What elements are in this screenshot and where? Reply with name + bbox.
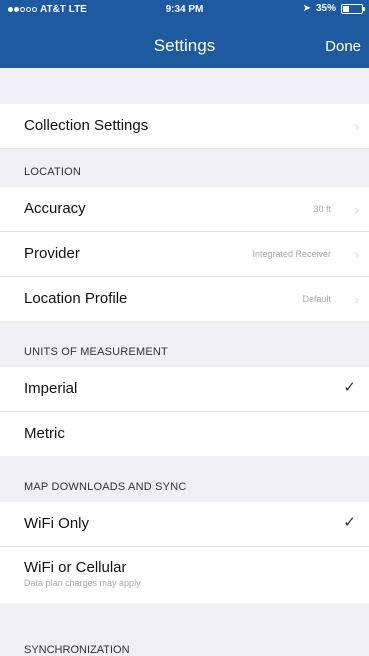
status-right: ➤ 35% bbox=[302, 3, 365, 14]
location-profile-label: Location Profile bbox=[24, 290, 128, 307]
map-sync-header-label: MAP DOWNLOADS AND SYNC bbox=[24, 481, 187, 493]
accuracy-value: 30 ft bbox=[313, 204, 331, 214]
chevron-right-icon: › bbox=[354, 202, 359, 217]
map-sync-section-header: MAP DOWNLOADS AND SYNC bbox=[0, 456, 369, 502]
metric-row[interactable]: Metric bbox=[0, 412, 369, 456]
sync-header-label: SYNCHRONIZATION bbox=[24, 644, 130, 656]
collection-settings-row[interactable]: Collection Settings › bbox=[0, 104, 369, 149]
provider-row[interactable]: Provider Integrated Receiver › bbox=[0, 232, 369, 277]
status-bar: AT&T LTE 9:34 PM ➤ 35% bbox=[0, 0, 369, 20]
checkmark-icon: ✓ bbox=[343, 379, 356, 396]
done-button[interactable]: Done bbox=[325, 38, 361, 55]
provider-label: Provider bbox=[24, 245, 80, 262]
wifi-or-cellular-label: WiFi or Cellular bbox=[24, 559, 127, 576]
provider-value: Integrated Receiver bbox=[252, 249, 331, 259]
sync-section-header: SYNCHRONIZATION bbox=[0, 634, 369, 656]
nav-bar: AT&T LTE 9:34 PM ➤ 35% Settings Done bbox=[0, 0, 369, 68]
units-section-header: UNITS OF MEASUREMENT bbox=[0, 321, 369, 367]
location-profile-value: Default bbox=[302, 294, 331, 304]
settings-list: Collection Settings › LOCATION Accuracy … bbox=[0, 68, 369, 603]
battery-icon bbox=[341, 3, 365, 14]
page-title: Settings bbox=[153, 36, 216, 55]
wifi-only-label: WiFi Only bbox=[24, 515, 89, 532]
metric-label: Metric bbox=[24, 425, 65, 442]
accuracy-label: Accuracy bbox=[24, 200, 86, 217]
wifi-or-cellular-row[interactable]: WiFi or Cellular Data plan charges may a… bbox=[0, 547, 369, 603]
imperial-label: Imperial bbox=[24, 380, 78, 397]
location-section-header: LOCATION bbox=[0, 149, 369, 187]
location-header-label: LOCATION bbox=[24, 166, 82, 178]
checkmark-icon: ✓ bbox=[343, 514, 356, 531]
accuracy-row[interactable]: Accuracy 30 ft › bbox=[0, 187, 369, 232]
wifi-or-cellular-sublabel: Data plan charges may apply bbox=[24, 578, 141, 588]
collection-settings-label: Collection Settings bbox=[24, 117, 149, 134]
units-header-label: UNITS OF MEASUREMENT bbox=[24, 346, 168, 358]
chevron-right-icon: › bbox=[354, 119, 359, 134]
chevron-right-icon: › bbox=[354, 292, 359, 307]
location-arrow-icon: ➤ bbox=[302, 3, 311, 14]
imperial-row[interactable]: Imperial ✓ bbox=[0, 367, 369, 412]
battery-percent: 35% bbox=[315, 3, 336, 14]
location-profile-row[interactable]: Location Profile Default › bbox=[0, 277, 369, 321]
chevron-right-icon: › bbox=[354, 247, 359, 262]
wifi-only-row[interactable]: WiFi Only ✓ bbox=[0, 502, 369, 547]
section-spacer bbox=[0, 68, 369, 104]
